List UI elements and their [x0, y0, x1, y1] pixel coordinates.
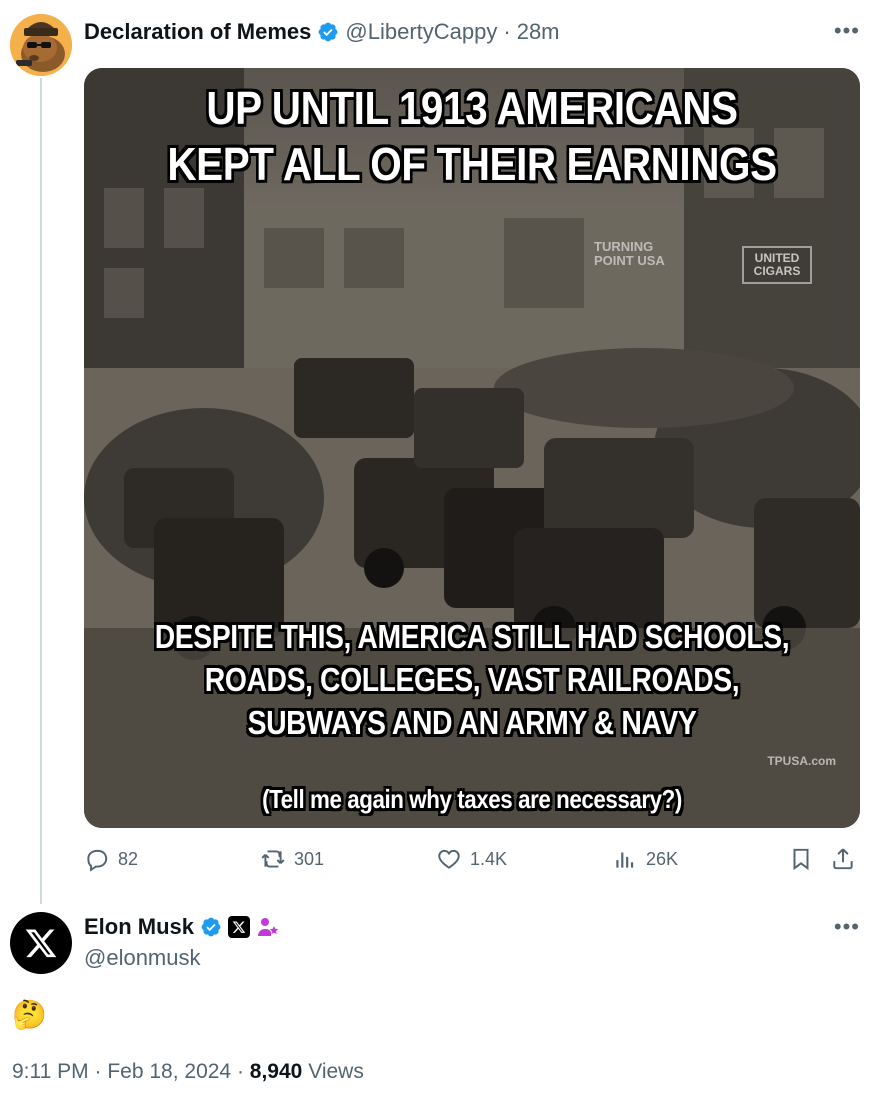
reply-header: Elon Musk [84, 914, 280, 940]
logo-text-line2: POINT USA [594, 252, 665, 268]
meme-bottom-text: DESPITE THIS, AMERICA STILL HAD SCHOOLS,… [138, 616, 805, 745]
watermark: TPUSA.com [767, 754, 836, 768]
more-options-button[interactable]: ••• [834, 18, 860, 44]
author-handle[interactable]: @LibertyCappy [345, 19, 497, 45]
like-count: 1.4K [470, 848, 508, 869]
tweet-date[interactable]: Feb 18, 2024 [107, 1060, 231, 1083]
tweet-meta: 9:11 PM · Feb 18, 2024 · 8,940 Views [12, 1060, 364, 1084]
tweet-text: 🤔 [12, 999, 47, 1030]
tweet-time[interactable]: 9:11 PM [12, 1060, 89, 1083]
separator: · [503, 19, 511, 44]
meme-top-line2: KEPT ALL OF THEIR EARNINGS [167, 138, 777, 191]
tpusa-logo: TURNING POINT USA [594, 240, 665, 267]
logo-text-line1: TURNING [594, 239, 654, 254]
views-count: 26K [646, 848, 679, 869]
repost-count: 301 [294, 848, 325, 869]
views-icon [616, 852, 634, 868]
person-star-icon [258, 918, 279, 936]
views-label: Views [308, 1060, 364, 1083]
like-icon [438, 849, 460, 869]
meme-bottom-line3: SUBWAYS AND AN ARMY & NAVY [247, 703, 697, 741]
capybara-avatar-icon [10, 14, 72, 76]
views-button[interactable]: 26K [612, 846, 678, 872]
like-button[interactable]: 1.4K [436, 846, 507, 872]
bookmark-icon [793, 848, 809, 871]
sign-text-line2: CIGARS [753, 264, 801, 279]
author-name[interactable]: Declaration of Memes [84, 19, 311, 45]
repost-icon [261, 850, 285, 868]
bookmark-button[interactable] [788, 846, 814, 872]
x-logo-icon [232, 921, 246, 933]
meme-sub-text: (Tell me again why taxes are necessary?) [262, 784, 682, 814]
meme-bottom-line1: DESPITE THIS, AMERICA STILL HAD SCHOOLS, [154, 618, 790, 655]
avatar[interactable] [10, 14, 72, 76]
reply-button[interactable]: 82 [84, 846, 138, 872]
x-logo-icon [25, 929, 57, 958]
separator: · [236, 1060, 244, 1083]
author-handle[interactable]: @elonmusk [84, 945, 201, 971]
tweet-header: Declaration of Memes @LibertyCappy · 28m [84, 18, 560, 46]
repost-button[interactable]: 301 [260, 846, 324, 872]
share-button[interactable] [830, 846, 856, 872]
meme-top-line1: UP UNTIL 1913 AMERICANS [206, 82, 738, 134]
meme-image[interactable]: TURNING POINT USA UNITED CIGARS UP UNTIL… [84, 68, 860, 828]
verified-icon [201, 917, 221, 937]
reply-count: 82 [118, 848, 139, 869]
verified-icon [319, 22, 338, 42]
share-icon [833, 848, 853, 870]
meme-top-text: UP UNTIL 1913 AMERICANS KEPT ALL OF THEI… [131, 80, 814, 192]
timestamp[interactable]: 28m [517, 19, 560, 45]
more-options-button[interactable]: ••• [834, 914, 860, 940]
store-sign: UNITED CIGARS [742, 246, 812, 284]
author-name[interactable]: Elon Musk [84, 914, 194, 940]
tweet-actions: 82 301 1.4K 26K [84, 846, 864, 878]
thread-line [40, 78, 42, 904]
reply-icon [87, 849, 108, 872]
avatar[interactable] [10, 912, 72, 974]
separator: · [94, 1060, 102, 1083]
affiliate-x-icon[interactable] [228, 916, 251, 938]
meme-bottom-line2: ROADS, COLLEGES, VAST RAILROADS, [204, 660, 740, 698]
views-count: 8,940 [249, 1060, 303, 1083]
